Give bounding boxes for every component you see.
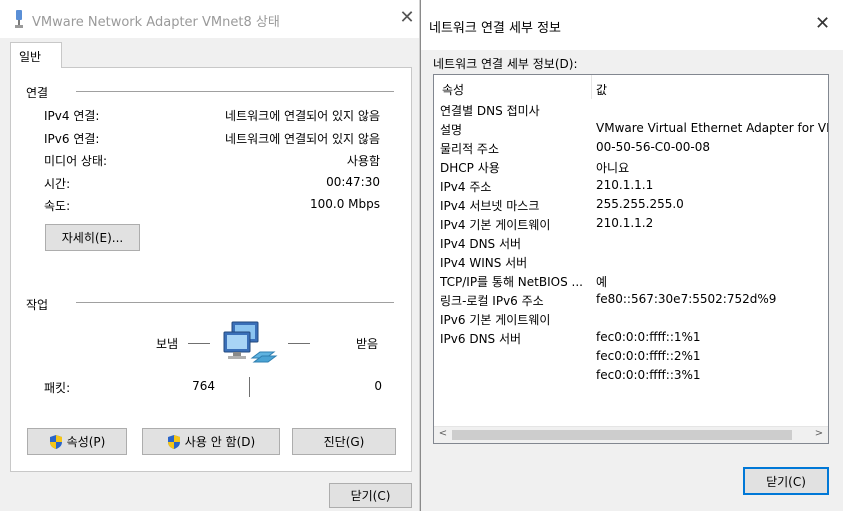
packets-sent-value: 764 (192, 379, 215, 393)
diagnose-button-label: 진단(G) (323, 435, 365, 449)
property-value: fec0:0:0:ffff::1%1 (596, 330, 701, 344)
property-value: VMware Virtual Ethernet Adapter for VMne… (596, 121, 828, 135)
media-state-label: 미디어 상태: (44, 154, 108, 168)
properties-button-label: 속성(P) (66, 435, 106, 449)
ipv4-connectivity-label: IPv4 연결: (44, 109, 100, 123)
column-header-value[interactable]: 값 (596, 81, 607, 98)
property-value: fec0:0:0:ffff::2%1 (596, 349, 701, 363)
list-item[interactable]: IPv6 기본 게이트웨이 (434, 309, 828, 328)
property-name: 링크-로컬 IPv6 주소 (440, 294, 544, 308)
property-value: 210.1.1.2 (596, 216, 654, 230)
speed-value: 100.0 Mbps (309, 197, 380, 211)
property-name: 연결별 DNS 접미사 (440, 104, 540, 118)
close-icon[interactable]: ✕ (398, 7, 416, 28)
scrollbar-thumb[interactable] (452, 430, 792, 440)
horizontal-scrollbar[interactable]: < > (434, 426, 828, 443)
list-item[interactable]: 링크-로컬 IPv6 주소 fe80::567:30e7:5502:752d%9 (434, 290, 828, 309)
column-header-property[interactable]: 속성 (442, 81, 464, 98)
media-state-value: 사용함 (346, 154, 380, 168)
details-list-caption: 네트워크 연결 세부 정보(D): (433, 57, 578, 71)
shield-icon (49, 434, 62, 449)
list-item[interactable]: fec0:0:0:ffff::3%1 (434, 366, 828, 385)
disable-button[interactable]: 사용 안 함(D) (142, 428, 280, 455)
packets-label: 패킷: (44, 381, 71, 395)
details-button[interactable]: 자세히(E)... (45, 224, 140, 251)
list-item[interactable]: IPv4 WINS 서버 (434, 252, 828, 271)
property-value: 00-50-56-C0-00-08 (596, 140, 711, 154)
connection-section-title: 연결 (26, 86, 49, 100)
property-name: IPv6 기본 게이트웨이 (440, 313, 551, 327)
list-item[interactable]: 연결별 DNS 접미사 (434, 100, 828, 119)
packets-divider (249, 377, 250, 397)
property-value: 255.255.255.0 (596, 197, 684, 211)
property-name: IPv6 DNS 서버 (440, 332, 522, 346)
property-name: IPv4 DNS 서버 (440, 237, 522, 251)
close-icon[interactable]: ✕ (815, 13, 830, 34)
list-item[interactable]: IPv4 DNS 서버 (434, 233, 828, 252)
property-name: 물리적 주소 (440, 142, 500, 156)
status-close-button[interactable]: 닫기(C) (329, 483, 412, 508)
details-list-header: 속성 값 (434, 75, 828, 99)
list-item[interactable]: TCP/IP를 통해 NetBIOS ... 예 (434, 271, 828, 290)
received-line (288, 343, 310, 344)
received-label: 받음 (356, 337, 379, 351)
property-value: 아니요 (596, 161, 630, 175)
duration-value: 00:47:30 (326, 175, 380, 189)
activity-section-divider (76, 302, 394, 303)
property-value: fe80::567:30e7:5502:752d%9 (596, 292, 777, 306)
details-close-button[interactable]: 닫기(C) (743, 467, 829, 495)
property-value: fec0:0:0:ffff::3%1 (596, 368, 701, 382)
property-name: DHCP 사용 (440, 161, 500, 175)
list-item[interactable]: IPv4 주소 210.1.1.1 (434, 176, 828, 195)
list-item[interactable]: fec0:0:0:ffff::2%1 (434, 347, 828, 366)
list-item[interactable]: 물리적 주소 00-50-56-C0-00-08 (434, 138, 828, 157)
property-name: IPv4 주소 (440, 180, 492, 194)
diagnose-button[interactable]: 진단(G) (292, 428, 396, 455)
ipv6-connectivity-value: 네트워크에 연결되어 있지 않음 (225, 132, 380, 146)
property-value: 예 (596, 275, 608, 289)
property-name: 설명 (440, 123, 463, 137)
disable-button-label: 사용 안 함(D) (184, 435, 256, 449)
scroll-left-icon[interactable]: < (435, 428, 451, 439)
status-window-titlebar: VMware Network Adapter VMnet8 상태 ✕ (0, 0, 419, 38)
list-item[interactable]: IPv4 기본 게이트웨이 210.1.1.2 (434, 214, 828, 233)
list-item[interactable]: IPv4 서브넷 마스크 255.255.255.0 (434, 195, 828, 214)
details-window-titlebar: 네트워크 연결 세부 정보 ✕ (421, 0, 843, 50)
activity-section-title: 작업 (26, 298, 49, 312)
property-name: TCP/IP를 통해 NetBIOS ... (440, 275, 583, 289)
speed-label: 속도: (44, 199, 71, 213)
list-item[interactable]: DHCP 사용 아니요 (434, 157, 828, 176)
ipv6-connectivity-label: IPv6 연결: (44, 132, 100, 146)
duration-label: 시간: (44, 177, 71, 191)
column-separator[interactable] (591, 75, 592, 99)
details-button-label: 자세히(E)... (61, 231, 124, 245)
general-tab-panel (10, 67, 412, 472)
properties-button[interactable]: 속성(P) (27, 428, 127, 455)
ipv4-connectivity-value: 네트워크에 연결되어 있지 않음 (225, 109, 380, 123)
network-computers-icon (223, 321, 278, 363)
sent-line (188, 343, 210, 344)
scroll-right-icon[interactable]: > (811, 428, 827, 439)
details-list[interactable]: 속성 값 연결별 DNS 접미사 설명 VMware Virtual Ether… (433, 74, 829, 444)
connection-section-divider (76, 91, 394, 92)
list-item[interactable]: 설명 VMware Virtual Ethernet Adapter for V… (434, 119, 828, 138)
status-window-title: VMware Network Adapter VMnet8 상태 (32, 15, 280, 30)
property-name: IPv4 WINS 서버 (440, 256, 528, 270)
adapter-status-window: VMware Network Adapter VMnet8 상태 ✕ 일반 연결… (0, 0, 420, 511)
network-adapter-icon (15, 10, 23, 28)
property-name: IPv4 기본 게이트웨이 (440, 218, 551, 232)
details-window-title: 네트워크 연결 세부 정보 (429, 21, 561, 36)
sent-label: 보냄 (156, 337, 179, 351)
packets-received-value: 0 (374, 379, 382, 393)
property-name: IPv4 서브넷 마스크 (440, 199, 540, 213)
shield-icon (167, 434, 180, 449)
details-close-button-label: 닫기(C) (766, 474, 806, 489)
property-value: 210.1.1.1 (596, 178, 654, 192)
tab-general[interactable]: 일반 (10, 42, 62, 68)
list-item[interactable]: IPv6 DNS 서버 fec0:0:0:ffff::1%1 (434, 328, 828, 347)
network-details-window: 네트워크 연결 세부 정보 ✕ 네트워크 연결 세부 정보(D): 속성 값 연… (420, 0, 843, 511)
status-close-button-label: 닫기(C) (350, 489, 391, 503)
